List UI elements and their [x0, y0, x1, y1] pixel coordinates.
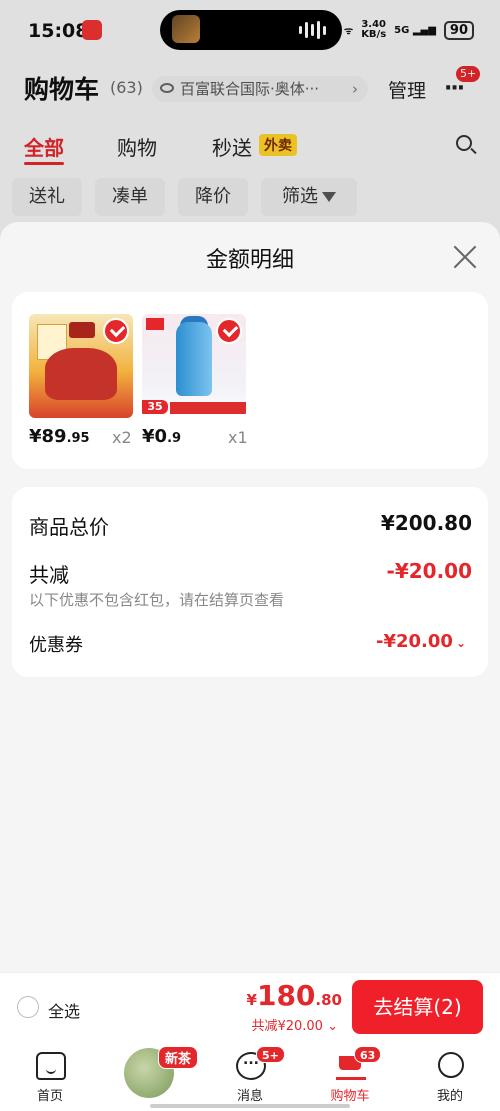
nav-cart-label: 购物车 [330, 1089, 370, 1104]
reduce-label: 共减 [29, 563, 69, 587]
nav-me[interactable]: 我的 [410, 1042, 490, 1104]
product-price-2: ¥0.9 [142, 426, 182, 447]
discount-toggle[interactable]: 共减¥20.00 ⌄ [251, 1015, 338, 1034]
nav-messages-label: 消息 [236, 1089, 263, 1104]
close-icon[interactable] [452, 244, 478, 270]
total-value: ¥200.80 [380, 511, 472, 535]
product-price-1: ¥89.95 [29, 426, 90, 447]
price-summary-card: 商品总价 ¥200.80 共减 -¥20.00 以下优惠不包含红包，请在结算页查… [12, 487, 488, 677]
coupon-label: 优惠券 [29, 635, 83, 656]
product-image-1[interactable] [29, 314, 133, 418]
home-icon [36, 1052, 66, 1080]
product-tag: 35 [142, 400, 168, 414]
reduce-value: -¥20.00 [386, 559, 472, 583]
checkout-bar: 全选 ¥180.80 共减¥20.00 ⌄ 去结算(2) [0, 972, 500, 1042]
message-badge: 5+ [256, 1046, 285, 1063]
home-indicator [150, 1104, 350, 1108]
cart-badge: 63 [354, 1046, 382, 1063]
check-icon[interactable] [103, 318, 129, 344]
product-list-card: ¥89.95 x2 35 ¥0.9 x1 [12, 292, 488, 469]
nav-me-label: 我的 [436, 1089, 463, 1104]
reduce-note: 以下优惠不包含红包，请在结算页查看 [29, 591, 285, 609]
sheet-title: 金额明细 [205, 248, 294, 273]
nav-messages[interactable]: 5+ 消息 [210, 1042, 290, 1104]
checkout-button[interactable]: 去结算(2) [352, 980, 483, 1034]
bottom-nav: 首页 5+ 消息 63 购物车 我的 [0, 1042, 500, 1111]
product-qty-1: x2 [112, 428, 132, 447]
product-image-2[interactable]: 35 [142, 314, 246, 418]
profile-icon [438, 1052, 464, 1078]
nav-home-label: 首页 [36, 1089, 63, 1104]
nav-cart[interactable]: 63 购物车 [310, 1042, 390, 1104]
nav-home[interactable]: 首页 [10, 1042, 90, 1104]
dim-overlay[interactable] [0, 0, 500, 240]
select-all-checkbox[interactable] [17, 996, 39, 1018]
select-all-label[interactable]: 全选 [48, 998, 80, 1022]
coupon-value[interactable]: -¥20.00 ⌄ [376, 631, 466, 652]
total-label: 商品总价 [29, 515, 109, 539]
chevron-down-icon: ⌄ [455, 636, 466, 650]
check-icon[interactable] [216, 318, 242, 344]
promo-badge: 新茶 [158, 1046, 199, 1069]
total-price: ¥180.80 [246, 979, 342, 1012]
product-qty-2: x1 [228, 428, 248, 447]
